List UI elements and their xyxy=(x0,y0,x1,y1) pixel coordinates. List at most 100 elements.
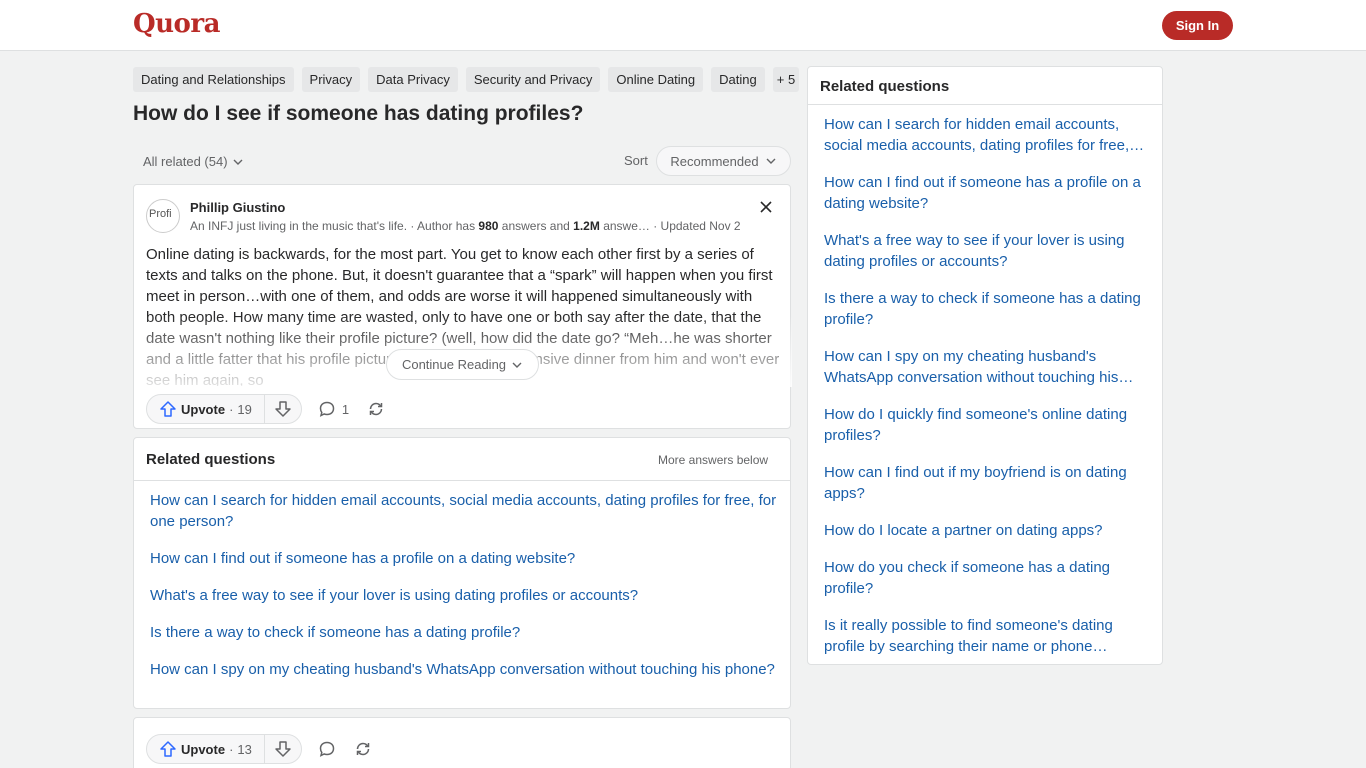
sidebar-question-link[interactable]: Is it really possible to find someone's … xyxy=(824,617,1113,655)
filter-row: All related (54) Sort Recommended xyxy=(133,146,791,176)
comment-icon xyxy=(318,740,336,758)
credential-text: answers and xyxy=(498,219,574,233)
sidebar-question-link[interactable]: How do I locate a partner on dating apps… xyxy=(824,522,1103,539)
list-item: What's a free way to see if your lover i… xyxy=(824,230,1150,272)
more-topics-chip[interactable]: + 5 xyxy=(772,67,800,92)
related-questions-list: How can I search for hidden email accoun… xyxy=(150,490,780,696)
topic-chip[interactable]: Dating and Relationships xyxy=(133,67,294,92)
share-button[interactable] xyxy=(354,740,372,758)
upvote-label: Upvote xyxy=(181,741,226,757)
vote-pill: Upvote · 13 xyxy=(146,734,302,764)
share-button[interactable] xyxy=(367,400,385,418)
credential-text: An INFJ just living in the music that's … xyxy=(190,219,479,233)
vote-pill: Upvote · 19 xyxy=(146,394,302,424)
list-item: How do I locate a partner on dating apps… xyxy=(824,520,1150,541)
related-question-link[interactable]: How can I find out if someone has a prof… xyxy=(150,550,575,567)
topic-chips: Dating and Relationships Privacy Data Pr… xyxy=(133,67,800,92)
all-related-dropdown[interactable]: All related (54) xyxy=(143,154,244,169)
sort-dropdown[interactable]: Recommended xyxy=(656,146,791,176)
related-question-link[interactable]: How can I search for hidden email accoun… xyxy=(150,492,776,530)
sidebar-header: Related questions xyxy=(808,67,1162,105)
upvote-dot: · xyxy=(229,401,234,417)
sidebar-question-link[interactable]: How can I find out if my boyfriend is on… xyxy=(824,464,1127,502)
list-item: How can I spy on my cheating husband's W… xyxy=(824,346,1150,388)
topic-chip[interactable]: Data Privacy xyxy=(368,67,458,92)
upvote-label: Upvote xyxy=(181,401,226,417)
sort-label: Sort xyxy=(624,153,648,168)
related-questions-inline: Related questions More answers below How… xyxy=(133,437,791,709)
top-bar: Quora Sign In xyxy=(0,0,1366,51)
sidebar-question-link[interactable]: How do you check if someone has a dating… xyxy=(824,559,1110,597)
topic-chip[interactable]: Online Dating xyxy=(608,67,704,92)
comment-button[interactable] xyxy=(318,740,336,758)
upvote-count: 19 xyxy=(237,401,252,417)
downvote-arrow-icon xyxy=(274,400,292,418)
list-item: What's a free way to see if your lover i… xyxy=(150,585,780,606)
topic-chip[interactable]: Security and Privacy xyxy=(465,67,601,92)
answer-actions: Upvote · 13 xyxy=(146,734,372,764)
credential-text: answe… · Updated Nov 2 xyxy=(599,219,741,233)
chevron-down-icon xyxy=(232,156,244,168)
sidebar-question-link[interactable]: What's a free way to see if your lover i… xyxy=(824,232,1125,270)
upvote-button[interactable]: Upvote · 13 xyxy=(147,735,264,763)
sidebar-question-link[interactable]: Is there a way to check if someone has a… xyxy=(824,290,1141,328)
answer-card: Upvote · 13 xyxy=(133,717,791,768)
sort-value: Recommended xyxy=(670,153,759,169)
list-item: Is it really possible to find someone's … xyxy=(824,615,1150,657)
sidebar-title: Related questions xyxy=(820,78,950,95)
list-item: Is there a way to check if someone has a… xyxy=(150,622,780,643)
author-credential: An INFJ just living in the music that's … xyxy=(190,219,780,233)
list-item: How can I spy on my cheating husband's W… xyxy=(150,659,780,680)
upvote-arrow-icon xyxy=(159,400,177,418)
continue-reading-label: Continue Reading xyxy=(401,357,507,372)
list-item: Is there a way to check if someone has a… xyxy=(824,288,1150,330)
related-question-link[interactable]: What's a free way to see if your lover i… xyxy=(150,587,638,604)
all-related-label: All related (54) xyxy=(143,154,228,169)
list-item: How do I quickly find someone's online d… xyxy=(824,404,1150,446)
list-item: How can I find out if my boyfriend is on… xyxy=(824,462,1150,504)
upvote-dot: · xyxy=(229,741,234,757)
related-question-link[interactable]: Is there a way to check if someone has a… xyxy=(150,624,520,641)
answer-actions: Upvote · 19 1 xyxy=(146,394,385,424)
sidebar-question-link[interactable]: How can I spy on my cheating husband's W… xyxy=(824,348,1133,386)
question-title: How do I see if someone has dating profi… xyxy=(133,102,584,125)
list-item: How can I find out if someone has a prof… xyxy=(150,548,780,569)
close-icon[interactable] xyxy=(758,199,774,215)
reshare-icon xyxy=(367,400,385,418)
quora-logo[interactable]: Quora xyxy=(133,9,220,39)
upvote-count: 13 xyxy=(237,741,252,757)
continue-reading-button[interactable]: Continue Reading xyxy=(386,349,539,380)
topic-chip[interactable]: Privacy xyxy=(301,67,361,92)
avatar[interactable]: Profi xyxy=(146,199,180,233)
downvote-button[interactable] xyxy=(263,735,301,763)
views-count: 1.2M xyxy=(573,219,600,233)
comment-count: 1 xyxy=(341,401,350,417)
related-question-link[interactable]: How can I spy on my cheating husband's W… xyxy=(150,661,775,678)
answers-count: 980 xyxy=(478,219,499,233)
sidebar-question-link[interactable]: How do I quickly find someone's online d… xyxy=(824,406,1127,444)
comment-icon xyxy=(318,400,336,418)
sidebar-question-link[interactable]: How can I search for hidden email accoun… xyxy=(824,116,1144,154)
related-questions-title: Related questions xyxy=(146,451,276,468)
more-answers-below: More answers below xyxy=(658,453,769,467)
downvote-arrow-icon xyxy=(274,740,292,758)
topic-chip[interactable]: Dating xyxy=(711,67,765,92)
related-questions-header: Related questions More answers below xyxy=(134,438,790,481)
sidebar-question-list: How can I search for hidden email accoun… xyxy=(824,114,1150,673)
author-name[interactable]: Phillip Giustino xyxy=(190,200,285,215)
upvote-arrow-icon xyxy=(159,740,177,758)
list-item: How do you check if someone has a dating… xyxy=(824,557,1150,599)
answer-card: Profi Phillip Giustino An INFJ just livi… xyxy=(133,184,792,429)
sidebar-question-link[interactable]: How can I find out if someone has a prof… xyxy=(824,174,1141,212)
downvote-button[interactable] xyxy=(263,395,301,423)
upvote-button[interactable]: Upvote · 19 xyxy=(147,395,264,423)
list-item: How can I find out if someone has a prof… xyxy=(824,172,1150,214)
list-item: How can I search for hidden email accoun… xyxy=(150,490,780,532)
sidebar-related-questions: Related questions How can I search for h… xyxy=(807,66,1163,665)
sign-in-button[interactable]: Sign In xyxy=(1162,11,1233,40)
chevron-down-icon xyxy=(765,155,777,167)
chevron-down-icon xyxy=(511,359,523,371)
comment-button[interactable]: 1 xyxy=(318,400,349,418)
list-item: How can I search for hidden email accoun… xyxy=(824,114,1150,156)
reshare-icon xyxy=(354,740,372,758)
